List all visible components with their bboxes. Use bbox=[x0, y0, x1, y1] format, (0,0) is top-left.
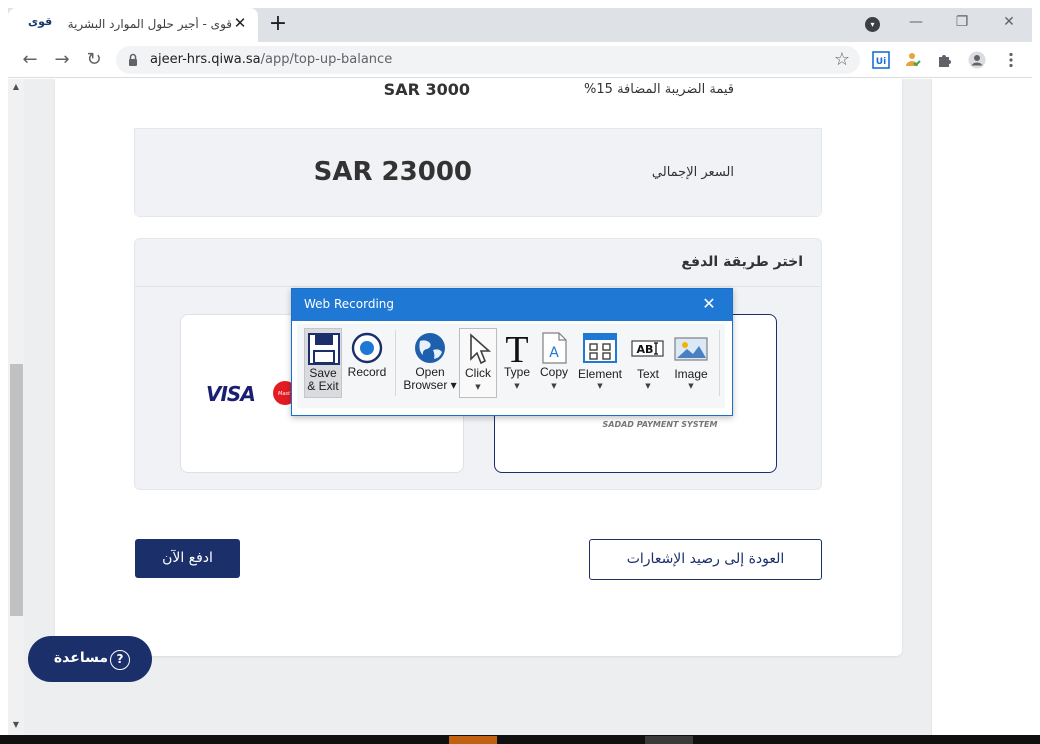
qiwa-favicon-icon: قوى bbox=[28, 15, 53, 28]
image-label: Image bbox=[674, 367, 708, 381]
globe-icon bbox=[415, 333, 445, 363]
pay-now-button[interactable]: ادفع الآن bbox=[135, 539, 240, 578]
record-icon bbox=[351, 332, 383, 364]
kebab-menu-icon[interactable] bbox=[1002, 51, 1020, 69]
question-circle-icon: ? bbox=[110, 650, 130, 670]
svg-text:T: T bbox=[505, 332, 528, 364]
total-value: SAR 23000 bbox=[313, 157, 472, 187]
scrollbar-thumb[interactable] bbox=[10, 364, 23, 616]
type-label: Type bbox=[503, 365, 530, 379]
recording-close-icon[interactable]: ✕ bbox=[700, 295, 718, 313]
svg-text:Mast: Mast bbox=[278, 391, 291, 397]
copy-dropdown-icon[interactable]: ▼ bbox=[537, 382, 571, 390]
text-button[interactable]: AB Text ▼ bbox=[630, 328, 666, 398]
screen: قوى قوى - أجير حلول الموارد البشرية ✕ + … bbox=[0, 0, 1040, 744]
tab-close-icon[interactable]: ✕ bbox=[232, 14, 248, 32]
back-arrow-icon[interactable]: ← bbox=[19, 49, 41, 71]
minimize-icon[interactable]: — bbox=[906, 12, 926, 32]
recording-title: Web Recording bbox=[304, 297, 394, 311]
type-icon: T bbox=[505, 332, 528, 364]
svg-text:A: A bbox=[549, 345, 559, 361]
profile-icon[interactable] bbox=[968, 51, 986, 69]
save-exit-label: Save & Exit bbox=[301, 367, 345, 393]
back-to-balance-button[interactable]: العودة إلى رصيد الإشعارات bbox=[589, 539, 822, 580]
window-close-icon[interactable]: ✕ bbox=[999, 12, 1019, 32]
new-tab-button[interactable]: + bbox=[266, 12, 290, 36]
type-button[interactable]: T Type ▼ bbox=[501, 328, 533, 398]
toolbar-separator bbox=[395, 330, 396, 396]
copy-icon: A bbox=[542, 332, 567, 364]
type-dropdown-icon[interactable]: ▼ bbox=[501, 382, 533, 390]
restore-icon[interactable]: ❐ bbox=[952, 12, 972, 32]
right-gutter bbox=[931, 79, 1032, 735]
lock-icon[interactable] bbox=[128, 53, 138, 67]
visa-logo: VISA bbox=[206, 382, 256, 406]
image-button[interactable]: Image ▼ bbox=[673, 328, 709, 398]
open-label-line1: Open bbox=[415, 365, 445, 379]
copy-label: Copy bbox=[539, 365, 568, 379]
element-dropdown-icon[interactable]: ▼ bbox=[577, 382, 623, 390]
save-exit-button[interactable]: Save & Exit bbox=[304, 328, 342, 398]
help-label: مساعدة bbox=[53, 650, 108, 666]
star-icon[interactable]: ☆ bbox=[832, 50, 852, 70]
record-label: Record bbox=[347, 365, 387, 379]
text-dropdown-icon[interactable]: ▼ bbox=[630, 382, 666, 390]
forward-arrow-icon[interactable]: → bbox=[51, 49, 73, 71]
cursor-icon bbox=[470, 333, 492, 365]
taskbar bbox=[0, 735, 1040, 744]
total-label: السعر الإجمالي bbox=[651, 165, 734, 180]
url-text[interactable]: ajeer-hrs.qiwa.sa/app/top-up-balance bbox=[150, 52, 750, 68]
open-label-line2: Browser bbox=[403, 378, 448, 392]
element-label: Element bbox=[577, 367, 623, 381]
text-icon: AB bbox=[631, 340, 664, 357]
open-browser-button[interactable]: Open Browser ▾ bbox=[403, 328, 457, 398]
save-label-line2: & Exit bbox=[307, 379, 339, 393]
element-icon bbox=[583, 333, 617, 363]
element-button[interactable]: Element ▼ bbox=[577, 328, 623, 398]
url-host: ajeer-hrs.qiwa.sa bbox=[150, 52, 261, 67]
person-check-extension-icon[interactable] bbox=[904, 51, 922, 69]
taskbar-app[interactable] bbox=[645, 736, 693, 744]
divider bbox=[135, 286, 821, 287]
image-icon bbox=[674, 337, 708, 361]
window-edge bbox=[0, 0, 8, 744]
taskbar-app[interactable] bbox=[449, 736, 497, 744]
svg-text:Ui: Ui bbox=[876, 57, 886, 67]
floppy-disk-icon bbox=[308, 333, 340, 365]
vat-label: قيمة الضريبة المضافة 15% bbox=[584, 82, 734, 97]
click-dropdown-icon[interactable]: ▼ bbox=[460, 383, 496, 391]
svg-text:AB: AB bbox=[637, 343, 654, 356]
open-browser-label: Open Browser ▾ bbox=[403, 365, 457, 392]
tab-title: قوى - أجير حلول الموارد البشرية bbox=[67, 17, 232, 31]
uipath-extension-icon[interactable]: Ui bbox=[872, 51, 890, 69]
image-dropdown-icon[interactable]: ▼ bbox=[673, 382, 709, 390]
scroll-up-icon[interactable]: ▲ bbox=[10, 82, 22, 94]
click-label: Click bbox=[465, 366, 491, 380]
toolbar-separator bbox=[719, 330, 720, 396]
puzzle-extensions-icon[interactable] bbox=[936, 51, 954, 69]
payment-method-title: اختر طريقة الدفع bbox=[681, 254, 803, 270]
scroll-down-icon[interactable]: ▼ bbox=[10, 720, 22, 732]
sadad-caption: SADAD PAYMENT SYSTEM bbox=[602, 420, 718, 429]
copy-button[interactable]: A Copy ▼ bbox=[537, 328, 571, 398]
record-button[interactable]: Record bbox=[347, 328, 387, 398]
url-path: /app/top-up-balance bbox=[260, 52, 393, 67]
text-label: Text bbox=[636, 367, 659, 381]
vat-value: SAR 3000 bbox=[383, 80, 470, 99]
save-label-line1: Save bbox=[309, 366, 337, 380]
click-button[interactable]: Click ▼ bbox=[459, 328, 497, 398]
reload-icon[interactable]: ↻ bbox=[83, 49, 105, 71]
tab-search-icon[interactable]: ▾ bbox=[865, 17, 880, 32]
